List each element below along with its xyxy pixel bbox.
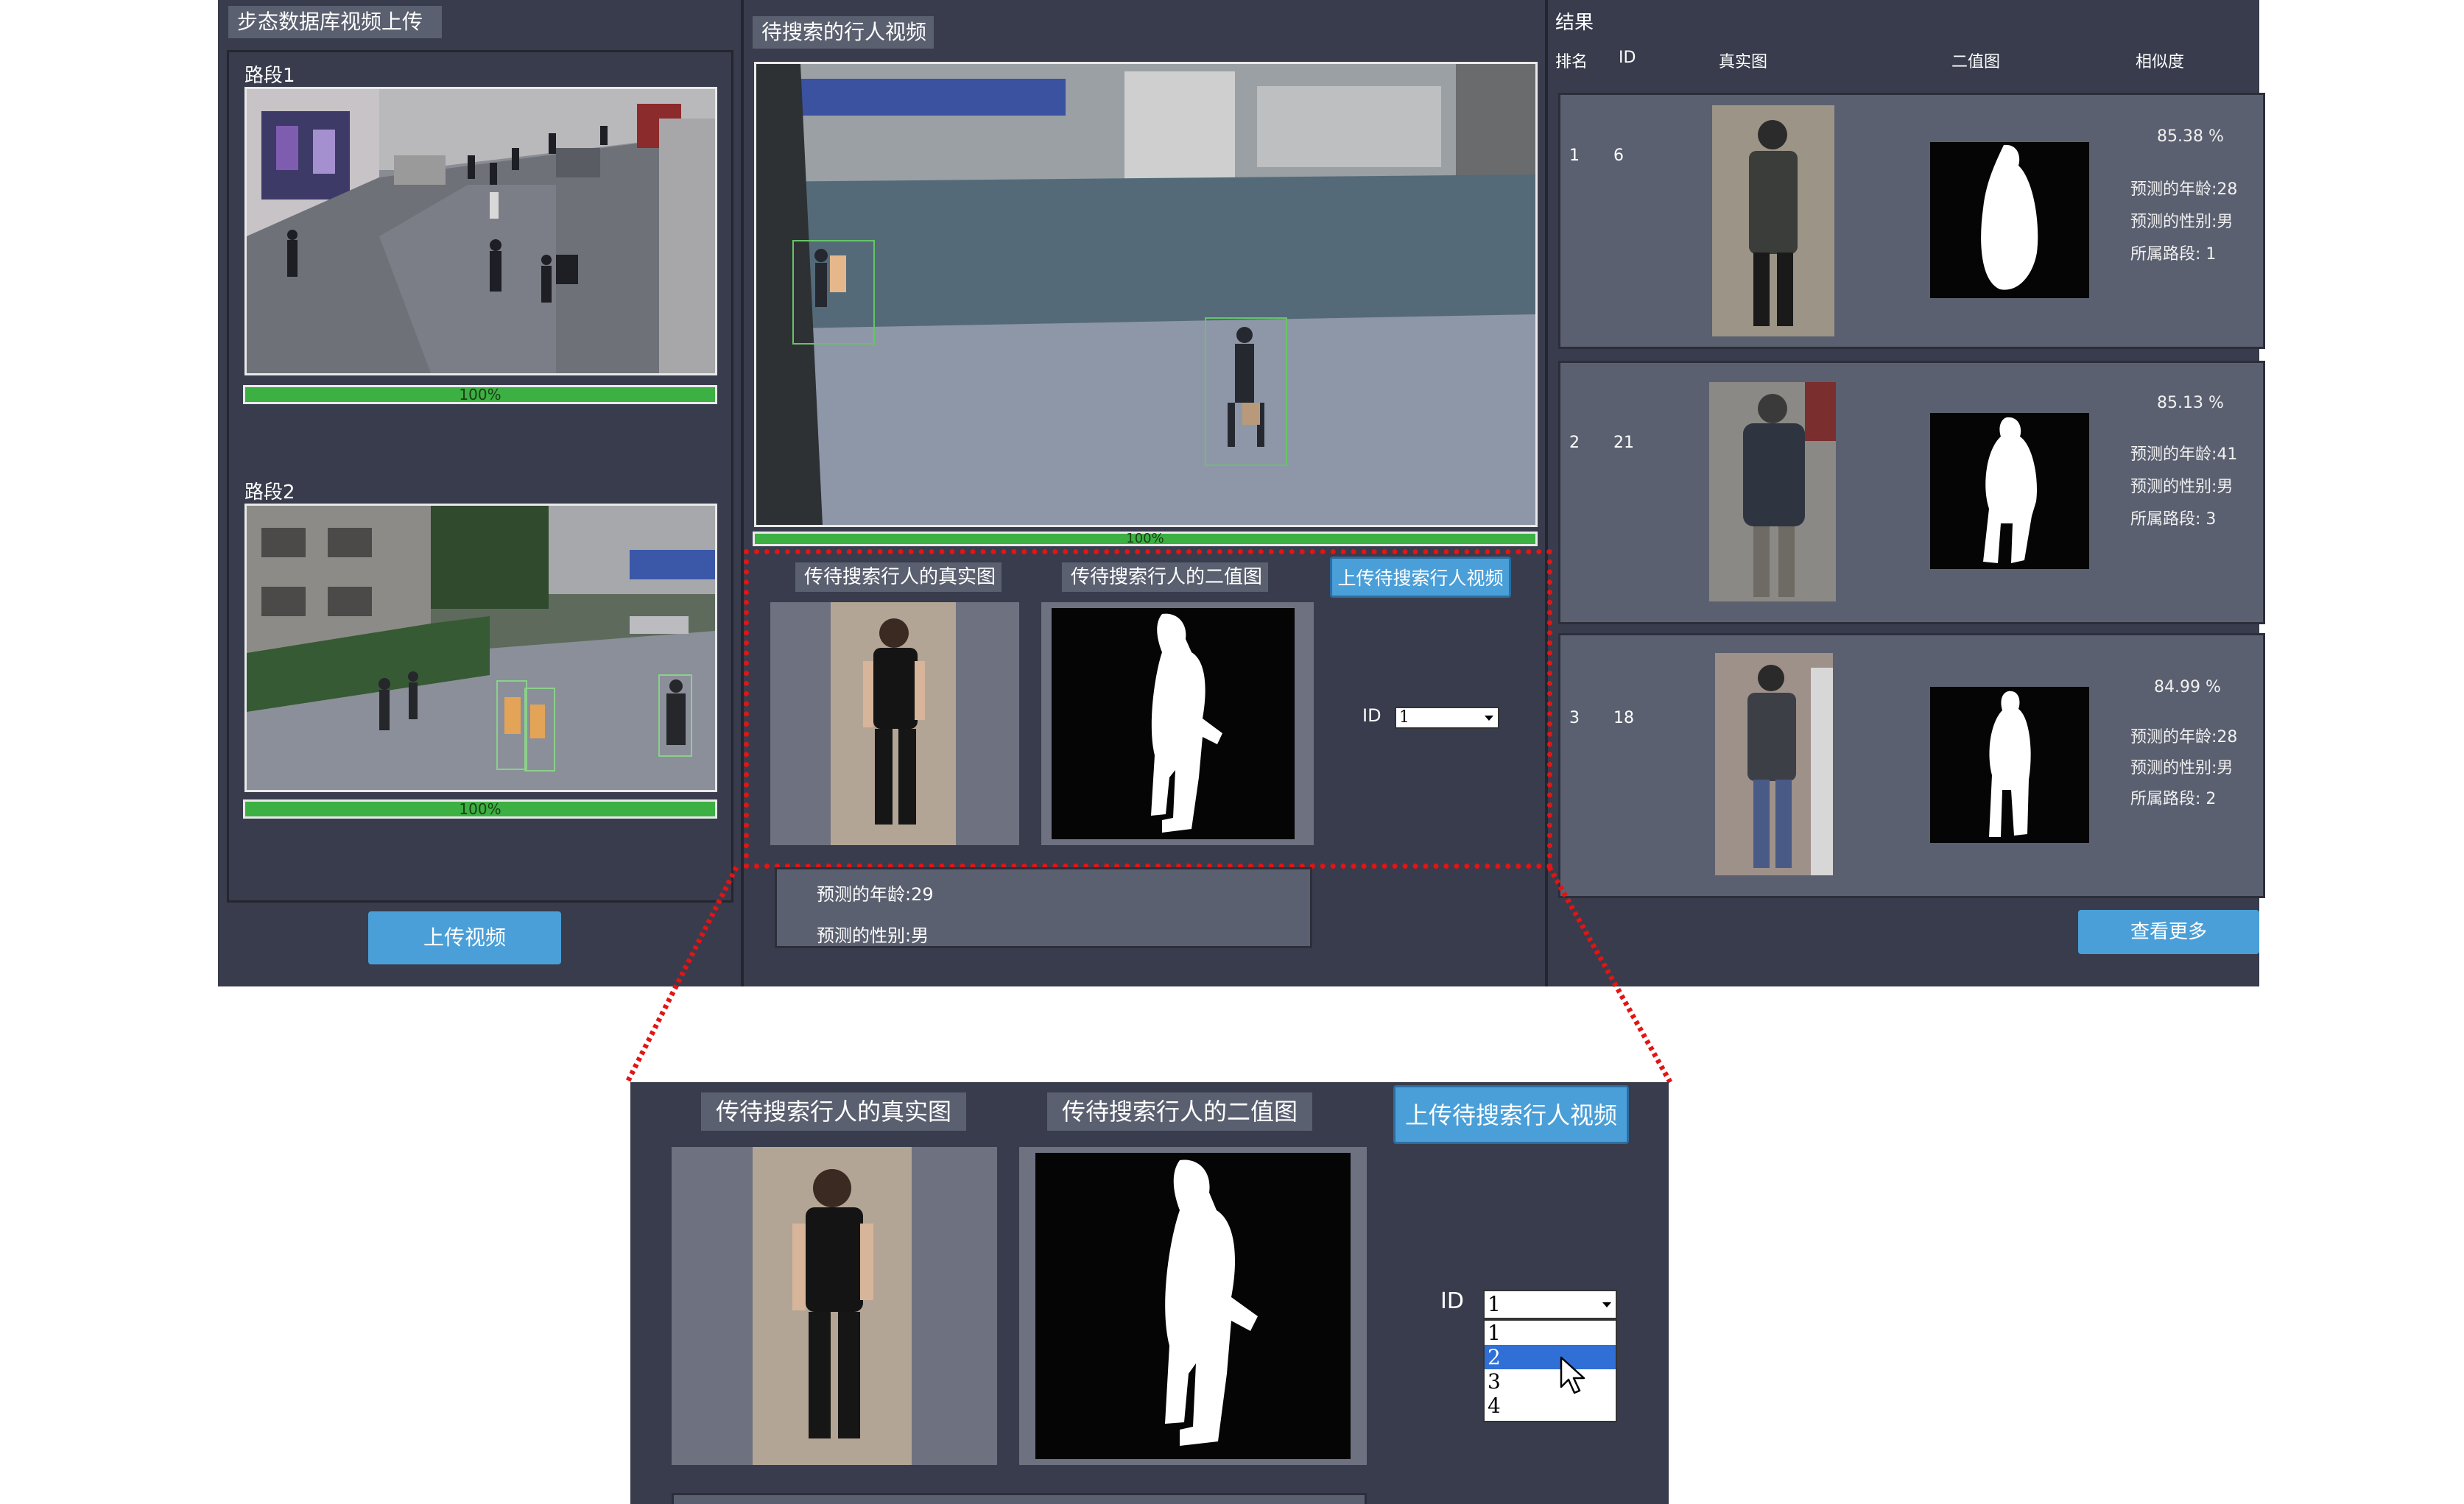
zoom-binary-silhouette — [1165, 1159, 1258, 1446]
zoom-connector-left — [624, 866, 739, 1084]
zoom-binary-image — [1035, 1153, 1351, 1459]
mouse-cursor-icon — [1560, 1356, 1585, 1394]
dropdown-option[interactable]: 3 — [1488, 1369, 1616, 1394]
zoom-id-select[interactable]: 1 — [1483, 1290, 1617, 1319]
zoom-upload-video-button[interactable]: 上传待搜索行人视频 — [1393, 1085, 1629, 1144]
zoom-id-label: ID — [1440, 1288, 1464, 1314]
zoom-id-select-value: 1 — [1488, 1292, 1501, 1316]
zoom-binary-image-frame — [1019, 1147, 1367, 1465]
zoom-real-image-button[interactable]: 传待搜索行人的真实图 — [701, 1092, 966, 1131]
chevron-down-icon — [1602, 1302, 1611, 1307]
dropdown-option[interactable]: 1 — [1488, 1321, 1616, 1345]
zoom-binary-image-button[interactable]: 传待搜索行人的二值图 — [1047, 1092, 1312, 1131]
zoom-connector-right — [1546, 866, 1673, 1084]
zoom-prediction-box-edge — [672, 1493, 1367, 1504]
zoom-panel: 传待搜索行人的真实图 传待搜索行人的二值图 上传待搜索行人视频 ID 1 1 2… — [630, 1082, 1669, 1504]
zoom-real-image — [672, 1147, 997, 1465]
dropdown-option[interactable]: 4 — [1488, 1394, 1616, 1418]
dropdown-option-highlighted[interactable]: 2 — [1485, 1345, 1616, 1369]
zoom-pedestrian-photo — [753, 1147, 912, 1465]
zoom-id-dropdown-list: 1 2 3 4 — [1483, 1319, 1617, 1422]
